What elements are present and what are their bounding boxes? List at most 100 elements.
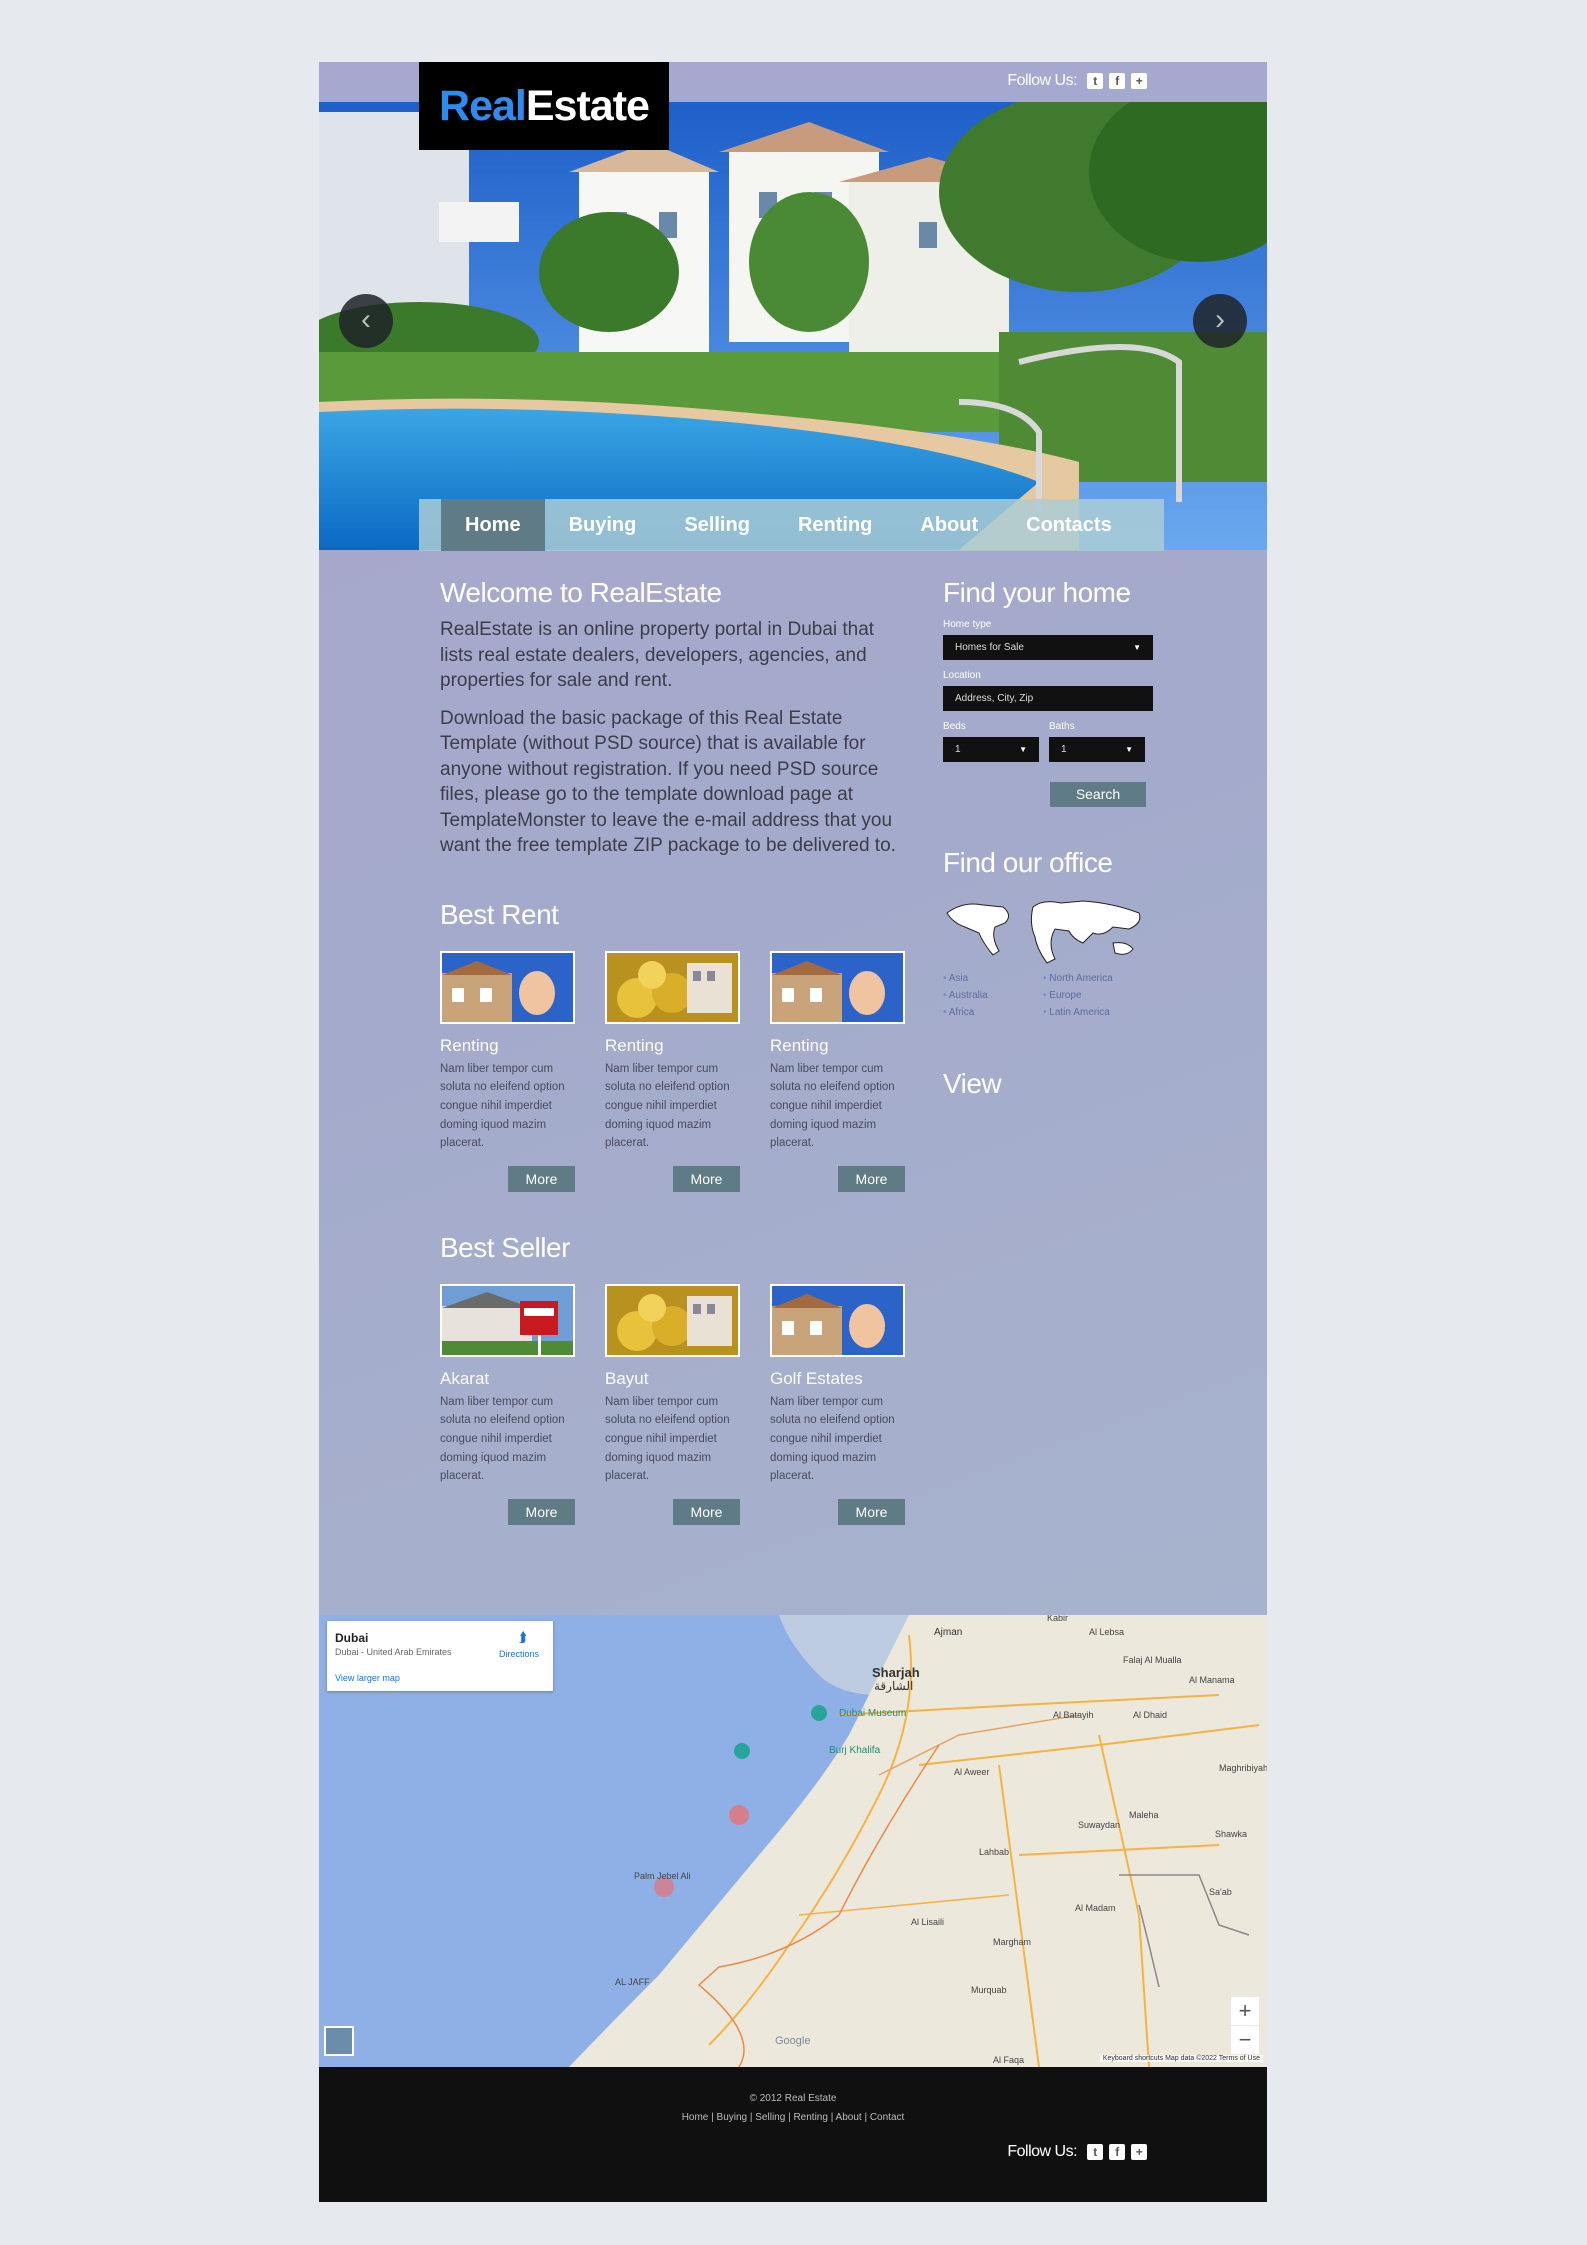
baths-value: 1 [1061,744,1067,755]
google-map[interactable]: Sharjah الشارقة Ajman Dubai Museum Burj … [319,1615,1267,2067]
map-label-al-manama: Al Manama [1189,1675,1235,1685]
region-latin-america[interactable]: Latin America [1043,1007,1143,1018]
map-label-sharjah: Sharjah [872,1665,920,1680]
hero-slider [319,102,1267,550]
rent-thumb-house-hand[interactable] [770,950,905,1024]
zoom-out-button[interactable]: − [1231,2026,1259,2054]
location-placeholder: Address, City, Zip [955,693,1034,704]
seller-thumb-coins[interactable] [605,1283,740,1357]
welcome-paragraph-2: Download the basic package of this Real … [440,707,896,857]
facebook-icon[interactable]: f [1109,2143,1125,2160]
logo[interactable]: RealEstate [419,62,669,150]
map-attribution[interactable]: Keyboard shortcuts Map data ©2022 Terms … [1099,2055,1263,2062]
footer-link-selling[interactable]: Selling [755,2112,785,2123]
directions-link[interactable]: Directions [499,1649,539,1659]
rent-card-title: Renting [440,1035,499,1055]
region-north-america[interactable]: North America [1043,973,1143,984]
nav-renting[interactable]: Renting [774,499,896,551]
seller-card-text: Nam liber tempor cum soluta no eleifend … [770,1395,895,1483]
rent-card-title: Renting [605,1035,664,1055]
search-button[interactable]: Search [1050,782,1146,807]
baths-label: Baths [1049,721,1075,732]
map-label-suwaydan: Suwaydan [1078,1820,1121,1830]
view-larger-map-link[interactable]: View larger map [335,1673,400,1683]
plus-icon[interactable]: + [1131,72,1147,89]
footer-link-about[interactable]: About [836,2112,862,2123]
region-asia[interactable]: Asia [943,973,1043,984]
view-title: View [943,1068,1002,1099]
seller-more-button[interactable]: More [673,1498,740,1525]
footer-link-home[interactable]: Home [682,2112,709,2123]
plus-icon[interactable]: + [1131,2143,1147,2160]
best-rent-title: Best Rent [440,898,559,930]
footer-link-contact[interactable]: Contact [870,2112,904,2123]
home-type-select[interactable]: Homes for Sale ▼ [943,635,1153,660]
footer-copyright: © 2012 Real Estate [749,2093,837,2104]
seller-card-title: Akarat [440,1368,490,1388]
map-label-al-faqa: Al Faqa [993,2055,1025,2065]
nav-contacts[interactable]: Contacts [1002,499,1136,551]
seller-more-button[interactable]: More [508,1498,575,1525]
rent-more-button[interactable]: More [838,1165,905,1192]
rent-card-title: Renting [770,1035,829,1055]
region-africa[interactable]: Africa [943,1007,1043,1018]
seller-card-title: Bayut [605,1368,649,1388]
chevron-down-icon: ▼ [1019,745,1027,754]
slider-prev-button[interactable]: ‹ [339,294,393,348]
rent-card: Renting Nam liber tempor cum soluta no e… [605,950,740,1192]
zoom-in-button[interactable]: + [1231,1997,1259,2025]
map-label-museum: Dubai Museum [839,1708,907,1719]
map-label-al-lisaili: Al Lisaili [911,1917,945,1927]
seller-more-button[interactable]: More [838,1498,905,1525]
directions-icon[interactable]: ⮭ [519,1629,527,1646]
map-label-falaj: Falaj Al Mualla [1123,1655,1182,1665]
map-label-maleha: Maleha [1129,1810,1159,1820]
site-container: Follow Us: t f + RealEstate ‹ › Home Buy… [319,62,1267,2202]
hero-image [319,102,1267,550]
map-place-address: Dubai - United Arab Emirates [335,1647,452,1657]
nav-home[interactable]: Home [441,499,545,551]
region-australia[interactable]: Australia [943,990,1043,1001]
location-input[interactable]: Address, City, Zip [943,686,1153,711]
world-map-icon[interactable] [943,893,1147,965]
map-label-burj: Burj Khalifa [829,1745,881,1756]
seller-card: Bayut Nam liber tempor cum soluta no ele… [605,1283,740,1525]
seller-thumb-for-sale-sign[interactable] [440,1283,575,1357]
seller-card: Golf Estates Nam liber tempor cum soluta… [770,1283,905,1525]
rent-more-button[interactable]: More [673,1165,740,1192]
map-label-maghribiyah: Maghribiyah [1219,1763,1267,1773]
slider-next-button[interactable]: › [1193,294,1247,348]
sidebar: Find your home Home type Homes for Sale ▼… [943,577,1153,1100]
rent-thumb-coins[interactable] [605,950,740,1024]
facebook-icon[interactable]: f [1109,72,1125,89]
map-label-ajman: Ajman [934,1627,963,1638]
baths-select[interactable]: 1 ▼ [1049,737,1145,762]
rent-thumb-house-hand[interactable] [440,950,575,1024]
map-label-al-lebsa: Al Lebsa [1089,1627,1125,1637]
rent-card-text: Nam liber tempor cum soluta no eleifend … [605,1062,730,1150]
twitter-icon[interactable]: t [1087,72,1103,89]
footer-link-buying[interactable]: Buying [717,2112,748,2123]
footer-link-renting[interactable]: Renting [793,2112,827,2123]
main-content: Welcome to RealEstate RealEstate is an o… [440,577,910,1525]
seller-card-text: Nam liber tempor cum soluta no eleifend … [440,1395,565,1483]
nav-about[interactable]: About [896,499,1002,551]
region-europe[interactable]: Europe [1043,990,1143,1001]
map-label-sharjah-ar: الشارقة [874,1679,914,1693]
rent-more-button[interactable]: More [508,1165,575,1192]
footer-links: Home | Buying | Selling | Renting | Abou… [681,2112,905,2123]
seller-thumb-house-hand[interactable] [770,1283,905,1357]
beds-baths-row: Beds 1 ▼ Baths 1 ▼ [943,711,1153,762]
map-label-palm: Palm Jebel Ali [634,1871,691,1881]
nav-buying[interactable]: Buying [545,499,661,551]
rent-card-text: Nam liber tempor cum soluta no eleifend … [770,1062,895,1150]
map-label-margham: Margham [993,1937,1032,1947]
logo-part-real: Real [439,82,527,130]
follow-us-top: Follow Us: t f + [1007,72,1147,90]
map-label-sa-ab: Sa'ab [1209,1887,1232,1897]
map-label-al-aweer: Al Aweer [954,1767,990,1777]
beds-select[interactable]: 1 ▼ [943,737,1039,762]
rent-card: Renting Nam liber tempor cum soluta no e… [770,950,905,1192]
nav-selling[interactable]: Selling [660,499,774,551]
twitter-icon[interactable]: t [1087,2143,1103,2160]
